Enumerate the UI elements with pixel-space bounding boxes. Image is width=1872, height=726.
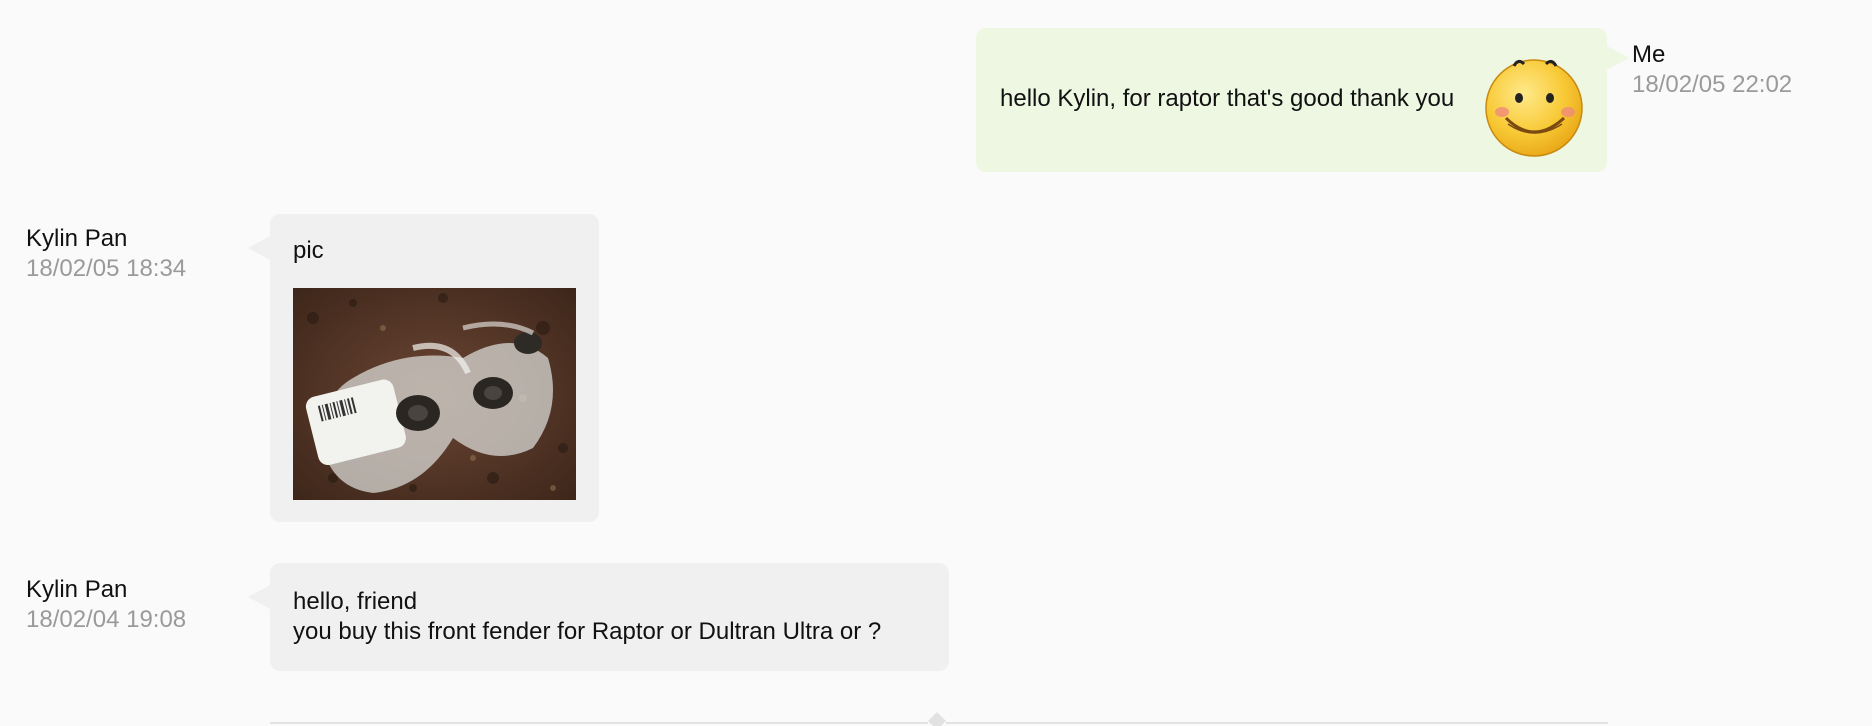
sender-name: Kylin Pan — [26, 225, 128, 252]
sender-info: Kylin Pan 18/02/05 18:34 — [26, 224, 186, 284]
sender-name: Kylin Pan — [26, 576, 128, 603]
message-bubble-outgoing[interactable]: hello Kylin, for raptor that's good than… — [976, 28, 1629, 172]
message-timestamp: 18/02/05 22:02 — [1632, 71, 1793, 98]
message-photo[interactable] — [293, 288, 576, 500]
sender-info: Kylin Pan 18/02/04 19:08 — [26, 575, 186, 635]
photo-image — [293, 288, 576, 500]
sender-info: Me 18/02/05 22:02 — [1632, 40, 1792, 100]
message-line: hello, friend — [293, 588, 418, 615]
message-text: hello, friend you buy this front fender … — [293, 587, 881, 647]
message-text: pic — [293, 237, 324, 264]
message-timestamp: 18/02/04 19:08 — [26, 606, 187, 633]
sender-name: Me — [1632, 41, 1666, 68]
message-bubble-incoming[interactable]: pic — [248, 214, 599, 522]
message-line: you buy this front fender for Raptor or … — [293, 618, 882, 645]
message-text: hello Kylin, for raptor that's good than… — [1000, 85, 1455, 112]
divider-diamond-icon — [928, 712, 946, 726]
smiley-face-icon — [1485, 59, 1583, 157]
message-bubble-incoming[interactable]: hello, friend you buy this front fender … — [248, 563, 949, 671]
chat-thread: hello Kylin, for raptor that's good than… — [0, 0, 1872, 726]
message-timestamp: 18/02/05 18:34 — [26, 255, 187, 282]
